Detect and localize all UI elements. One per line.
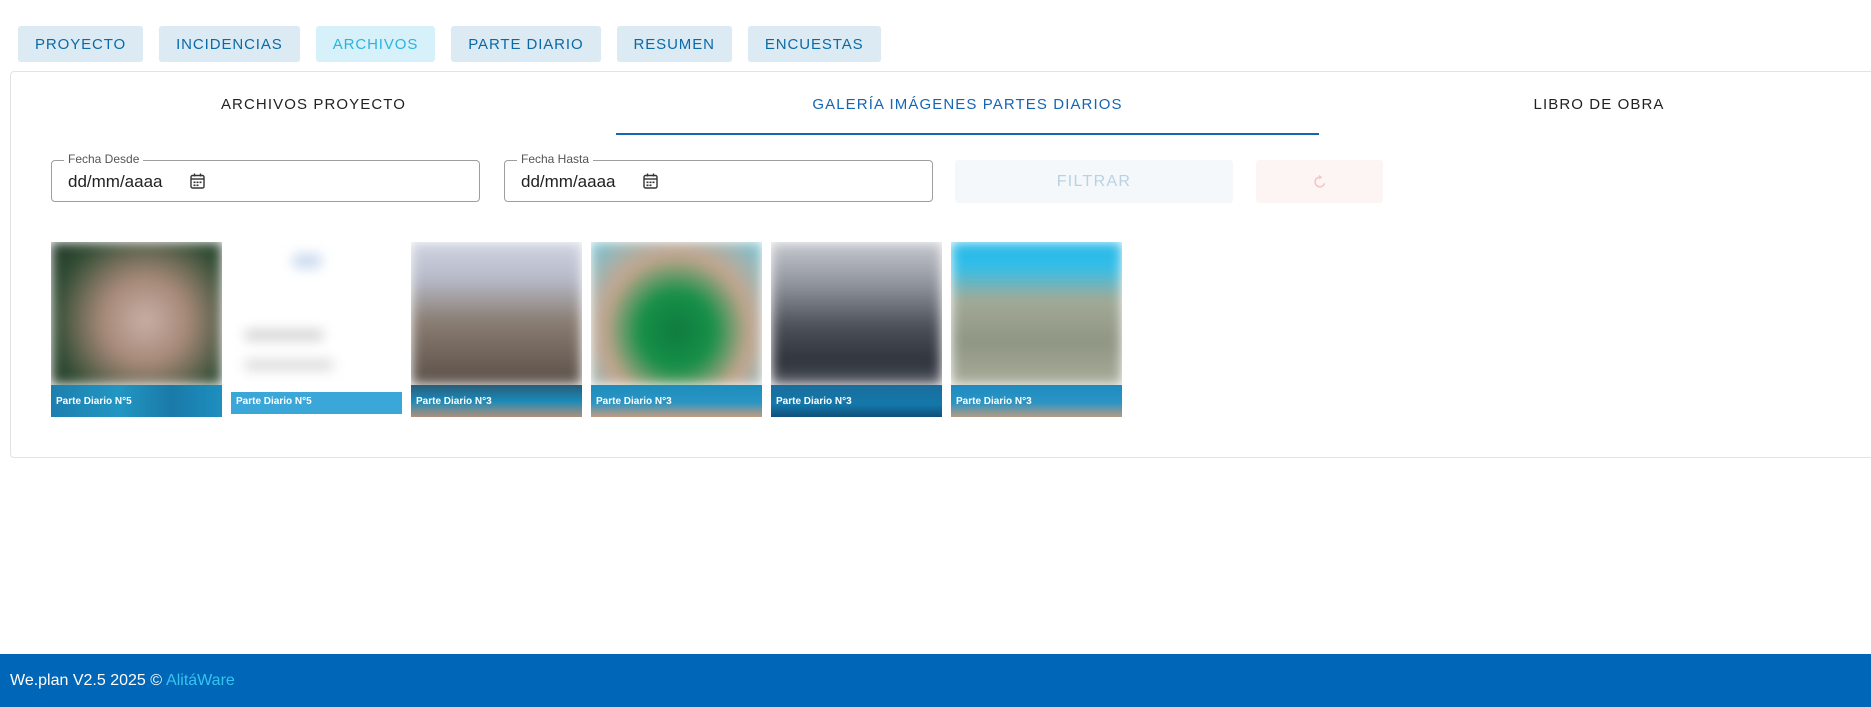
gallery-thumbnail (951, 242, 1122, 385)
top-nav: PROYECTO INCIDENCIAS ARCHIVOS PARTE DIAR… (18, 26, 881, 62)
gallery-caption: Parte Diario N°3 (416, 396, 492, 407)
gallery-card[interactable]: Parte Diario N°3 (771, 242, 942, 417)
refresh-icon (1313, 174, 1325, 188)
gallery-thumbnail (591, 242, 762, 385)
nav-archivos[interactable]: ARCHIVOS (315, 26, 436, 62)
fecha-desde-value[interactable]: dd/mm/aaaa (68, 172, 163, 192)
gallery-caption: Parte Diario N°3 (596, 396, 672, 407)
archivos-tabs: ARCHIVOS PROYECTO GALERÍA IMÁGENES PARTE… (11, 72, 1871, 136)
gallery-card[interactable]: Parte Diario N°5 (51, 242, 222, 417)
nav-encuestas[interactable]: ENCUESTAS (747, 26, 881, 62)
footer: We.plan V2.5 2025 © AlitáWare (0, 654, 1871, 707)
tab-galeria-imagenes[interactable]: GALERÍA IMÁGENES PARTES DIARIOS (616, 72, 1319, 136)
tab-archivos-proyecto[interactable]: ARCHIVOS PROYECTO (11, 72, 616, 136)
gallery-card[interactable]: Parte Diario N°3 (411, 242, 582, 417)
archivos-panel: ARCHIVOS PROYECTO GALERÍA IMÁGENES PARTE… (10, 71, 1871, 458)
fecha-hasta-value[interactable]: dd/mm/aaaa (521, 172, 616, 192)
nav-parte-diario[interactable]: PARTE DIARIO (451, 26, 601, 62)
footer-text: We.plan V2.5 2025 © (10, 671, 163, 689)
gallery-card[interactable]: Parte Diario N°3 (951, 242, 1122, 417)
gallery-card[interactable]: Parte Diario N°5 (231, 242, 402, 417)
gallery-caption: Parte Diario N°5 (236, 396, 312, 407)
calendar-icon[interactable] (190, 173, 205, 189)
fecha-hasta-field[interactable]: Fecha Hasta dd/mm/aaaa (504, 152, 933, 202)
reset-button[interactable] (1256, 160, 1383, 203)
gallery-thumbnail (51, 242, 222, 385)
nav-resumen[interactable]: RESUMEN (616, 26, 732, 62)
footer-brand-link[interactable]: AlitáWare (166, 672, 235, 690)
gallery-thumbnail (771, 242, 942, 385)
calendar-icon[interactable] (643, 173, 658, 189)
filtrar-button[interactable]: FILTRAR (955, 160, 1233, 203)
gallery-thumbnail (411, 242, 582, 385)
gallery-caption: Parte Diario N°3 (956, 396, 1032, 407)
gallery-thumbnail (231, 242, 402, 385)
gallery-caption: Parte Diario N°3 (776, 396, 852, 407)
gallery-card[interactable]: Parte Diario N°3 (591, 242, 762, 417)
active-tab-indicator (616, 133, 1319, 135)
nav-incidencias[interactable]: INCIDENCIAS (159, 26, 300, 62)
fecha-desde-label: Fecha Desde (64, 152, 144, 166)
fecha-hasta-label: Fecha Hasta (517, 152, 594, 166)
tab-libro-de-obra[interactable]: LIBRO DE OBRA (1319, 72, 1871, 136)
gallery-caption: Parte Diario N°5 (56, 396, 132, 407)
fecha-desde-field[interactable]: Fecha Desde dd/mm/aaaa (51, 152, 480, 202)
nav-proyecto[interactable]: PROYECTO (18, 26, 144, 62)
